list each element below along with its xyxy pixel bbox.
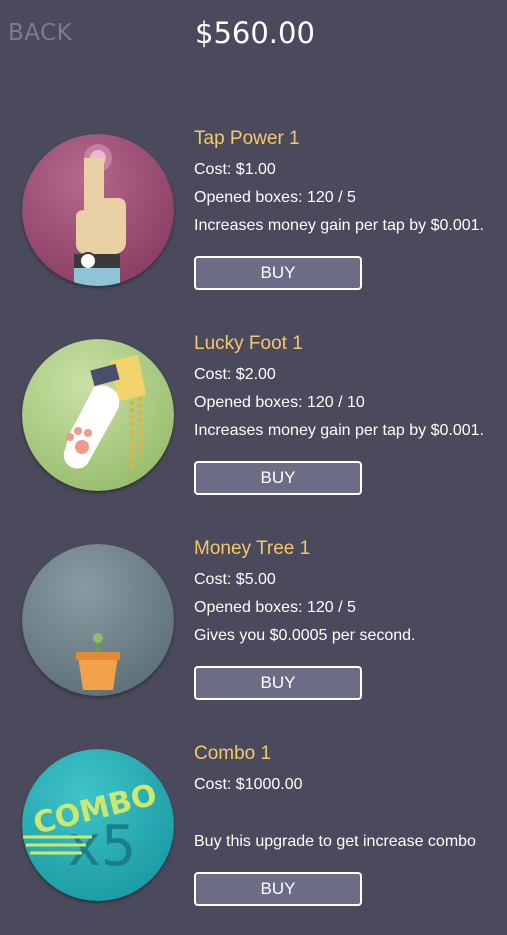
item-title: Combo 1 — [194, 743, 272, 764]
item-description: Gives you $0.0005 per second. — [194, 627, 416, 644]
upgrade-tap-power: Tap Power 1 Cost: $1.00 Opened boxes: 12… — [0, 120, 507, 320]
buy-button[interactable]: BUY — [194, 872, 362, 906]
item-cost: Cost: $1000.00 — [194, 776, 303, 793]
buy-button[interactable]: BUY — [194, 256, 362, 290]
item-title: Lucky Foot 1 — [194, 333, 303, 354]
buy-button[interactable]: BUY — [194, 666, 362, 700]
upgrade-combo: x5 COMBO Combo 1 Cost: $1000.00 Buy this… — [0, 735, 507, 935]
buy-button[interactable]: BUY — [194, 461, 362, 495]
item-description: Increases money gain per tap by $0.001. — [194, 217, 484, 234]
lucky-paw-icon — [22, 339, 174, 491]
back-button[interactable]: BACK — [8, 20, 72, 46]
balance-amount: $560.00 — [195, 16, 315, 50]
item-description: Buy this upgrade to get increase combo — [194, 833, 476, 850]
item-description: Increases money gain per tap by $0.001. — [194, 422, 484, 439]
item-title: Money Tree 1 — [194, 538, 311, 559]
upgrade-lucky-foot: Lucky Foot 1 Cost: $2.00 Opened boxes: 1… — [0, 325, 507, 525]
item-title: Tap Power 1 — [194, 128, 300, 149]
item-cost: Cost: $1.00 — [194, 161, 276, 178]
item-cost: Cost: $2.00 — [194, 366, 276, 383]
upgrade-money-tree: Money Tree 1 Cost: $5.00 Opened boxes: 1… — [0, 530, 507, 730]
item-opened-boxes: Opened boxes: 120 / 5 — [194, 189, 356, 206]
item-opened-boxes: Opened boxes: 120 / 5 — [194, 599, 356, 616]
money-tree-icon — [22, 544, 174, 696]
item-opened-boxes: Opened boxes: 120 / 10 — [194, 394, 365, 411]
tap-hand-icon — [22, 134, 174, 286]
item-cost: Cost: $5.00 — [194, 571, 276, 588]
combo-icon: x5 COMBO — [22, 749, 174, 901]
